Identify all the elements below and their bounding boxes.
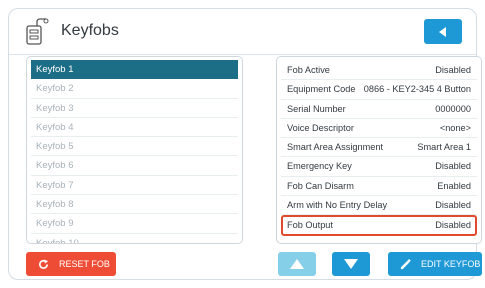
keyfob-list-item[interactable]: Keyfob 2 [31, 79, 238, 99]
keyfob-list-item[interactable]: Keyfob 7 [31, 176, 238, 196]
property-label: Fob Output [287, 220, 333, 231]
property-value: 0000000 [435, 103, 471, 114]
property-row[interactable]: Arm with No Entry Delay Disabled [281, 196, 477, 216]
keyfob-list: Keyfob 1 Keyfob 2 Keyfob 3 Keyfob 4 Keyf… [26, 56, 243, 244]
property-row[interactable]: Fob Can Disarm Enabled [281, 177, 477, 197]
property-value: Disabled [435, 200, 471, 211]
keyfob-list-item[interactable]: Keyfob 6 [31, 156, 238, 176]
keyfob-list-item[interactable]: Keyfob 5 [31, 137, 238, 157]
keyfob-list-item[interactable]: Keyfob 1 [31, 60, 238, 80]
move-down-button[interactable] [332, 252, 370, 276]
property-value: Disabled [435, 65, 471, 75]
back-button[interactable] [424, 19, 462, 44]
property-row[interactable]: Voice Descriptor <none> [281, 119, 477, 139]
keyfob-list-item[interactable]: Keyfob 4 [31, 118, 238, 138]
property-row[interactable]: Serial Number 0000000 [281, 100, 477, 119]
property-row-fob-output[interactable]: Fob Output Disabled [281, 215, 477, 237]
property-row[interactable]: Smart Area Assignment Smart Area 1 [281, 138, 477, 158]
property-label: Voice Descriptor [287, 122, 354, 133]
move-up-button[interactable] [278, 252, 316, 276]
property-label: Emergency Key [287, 161, 352, 172]
keyfob-icon [26, 18, 49, 45]
property-label: Serial Number [287, 103, 346, 114]
reset-fob-button[interactable]: RESET FOB [26, 252, 116, 276]
down-arrow-icon [344, 259, 358, 269]
property-value: 0866 - KEY2-345 4 Button [363, 84, 471, 95]
keyfob-list-item[interactable]: Keyfob 3 [31, 99, 238, 118]
property-value: Disabled [435, 220, 471, 231]
edit-keyfob-button[interactable]: EDIT KEYFOB [388, 252, 482, 276]
property-label: Arm with No Entry Delay [287, 200, 388, 211]
property-label: Equipment Code [287, 84, 356, 95]
reset-fob-label: RESET FOB [59, 259, 110, 269]
reset-icon [39, 258, 49, 269]
up-arrow-icon [290, 259, 304, 269]
property-label: Fob Active [287, 65, 330, 75]
property-value: Disabled [435, 161, 471, 172]
back-arrow-icon [439, 26, 446, 37]
page-title: Keyfobs [61, 22, 119, 39]
property-row[interactable]: Fob Active Disabled [281, 61, 477, 81]
keyfob-list-item[interactable]: Keyfob 9 [31, 214, 238, 234]
property-label: Smart Area Assignment [287, 142, 384, 153]
header: Keyfobs [9, 9, 476, 55]
property-row[interactable]: Equipment Code 0866 - KEY2-345 4 Button [281, 80, 477, 100]
keyfob-list-item[interactable]: Keyfob 10 [31, 234, 238, 243]
property-row[interactable]: Emergency Key Disabled [281, 157, 477, 177]
keyfob-properties: Fob Active Disabled Equipment Code 0866 … [276, 56, 482, 244]
property-value: <none> [439, 122, 471, 133]
edit-keyfob-label: EDIT KEYFOB [421, 259, 481, 269]
pencil-icon [400, 258, 411, 269]
property-value: Enabled [437, 180, 471, 191]
property-value: Smart Area 1 [417, 142, 471, 153]
property-label: Fob Can Disarm [287, 180, 354, 191]
keyfob-list-item[interactable]: Keyfob 8 [31, 195, 238, 215]
